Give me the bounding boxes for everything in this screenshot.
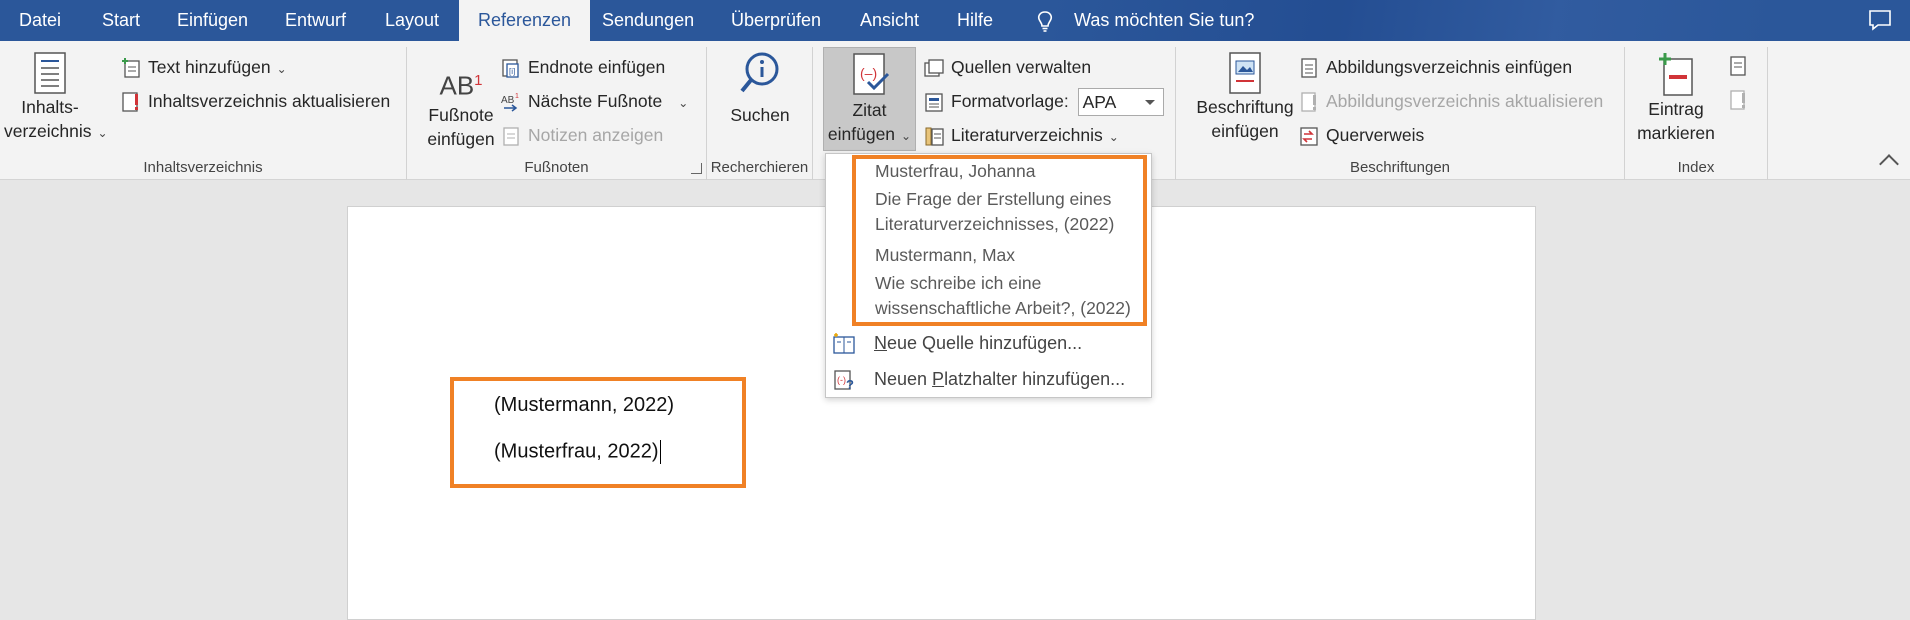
insert-index-icon[interactable] [1727, 55, 1749, 77]
footnotes-dialog-launcher[interactable] [691, 163, 702, 174]
add-text-button[interactable]: Text hinzufügen ⌄ [118, 52, 287, 82]
group-index: Eintrag markieren Index [1625, 47, 1768, 180]
insert-caption-button[interactable]: Beschriftung einfügen [1190, 47, 1300, 151]
source-title-line: Die Frage der Erstellung eines [875, 189, 1112, 209]
endnote-icon: [i] [502, 59, 519, 78]
lightbulb-icon [1037, 11, 1053, 32]
next-footnote-icon: AB 1 [501, 93, 519, 112]
add-new-source-item[interactable]: Neue Quelle hinzufügen... [826, 325, 1153, 362]
svg-text:?: ? [846, 377, 854, 391]
footnote-label-1: Fußnote [428, 105, 494, 125]
group-inhaltsverzeichnis: Inhalts- verzeichnis ⌄ Text hinzufügen ⌄ I… [0, 47, 407, 180]
mark-entry-label-2: markieren [1637, 123, 1715, 143]
tab-start[interactable]: Start [83, 0, 159, 41]
style-icon [925, 93, 943, 112]
insert-footnote-button[interactable]: AB1 Fußnote einfügen [421, 47, 501, 151]
citation-musterfrau[interactable]: (Musterfrau, 2022) [494, 440, 661, 464]
add-source-label: Neue Quelle hinzufügen... [874, 333, 1083, 353]
svg-text:1: 1 [515, 93, 519, 100]
tab-hilfe[interactable]: Hilfe [938, 0, 1012, 41]
show-notes-icon [503, 127, 519, 146]
tab-layout[interactable]: Layout [366, 0, 458, 41]
group-label-research: Recherchieren [710, 159, 809, 176]
tab-einfuegen[interactable]: Einfügen [158, 0, 267, 41]
bibliography-icon [925, 127, 944, 146]
group-fussnoten: AB1 Fußnote einfügen [i] Endnote einfüge… [407, 47, 707, 180]
table-of-contents-icon [34, 52, 66, 94]
citation-mustermann[interactable]: (Mustermann, 2022) [494, 394, 674, 417]
tab-entwurf[interactable]: Entwurf [266, 0, 365, 41]
insert-citation-button[interactable]: (–) Zitat einfügen ⌄ [823, 47, 916, 151]
update-table-of-figures-button[interactable]: Abbildungsverzeichnis aktualisieren [1296, 86, 1603, 116]
source-author: Mustermann, Max [875, 245, 1016, 265]
search-button[interactable]: Suchen [715, 47, 805, 151]
show-notes-button[interactable]: Notizen anzeigen [498, 120, 663, 150]
insert-caption-icon [1229, 52, 1261, 94]
insert-citation-dropdown: Musterfrau, Johanna Die Frage der Erstel… [825, 153, 1152, 398]
group-label-footnotes: Fußnoten [524, 159, 589, 176]
insert-endnote-button[interactable]: [i] Endnote einfügen [498, 52, 665, 82]
add-text-icon [122, 58, 140, 78]
svg-text:[i]: [i] [509, 67, 515, 76]
source-author: Musterfrau, Johanna [875, 161, 1036, 181]
manage-sources-button[interactable]: Quellen verwalten [921, 52, 1091, 82]
title-tab-bar: Datei Start Einfügen Entwurf Layout Refe… [0, 0, 1910, 41]
next-footnote-button[interactable]: AB 1 Nächste Fußnote ⌄ [498, 86, 688, 116]
update-table-of-figures-icon [1301, 92, 1316, 112]
footnote-icon: AB1 [439, 70, 483, 101]
svg-text:(–): (–) [860, 65, 877, 81]
citation-label-2: einfügen ⌄ [827, 124, 912, 144]
tab-datei[interactable]: Datei [0, 0, 80, 41]
tab-ueberpruefen[interactable]: Überprüfen [712, 0, 840, 41]
mark-entry-icon [1659, 53, 1693, 96]
group-beschriftungen: Beschriftung einfügen Abbildungsverzeich… [1176, 47, 1625, 180]
update-toc-button[interactable]: Inhaltsverzeichnis aktualisieren [118, 86, 390, 116]
group-recherchieren: Suchen Recherchieren [707, 47, 813, 180]
add-placeholder-label: Neuen Platzhalter hinzufügen... [874, 369, 1126, 389]
insert-table-of-figures-button[interactable]: Abbildungsverzeichnis einfügen [1296, 52, 1572, 82]
group-label-captions: Beschriftungen [1349, 159, 1451, 176]
toc-button[interactable]: Inhalts- verzeichnis ⌄ [4, 47, 108, 151]
svg-text:(-): (-) [837, 375, 846, 385]
source-title-line: Wie schreibe ich eine [875, 273, 1042, 293]
caption-label-1: Beschriftung [1196, 97, 1294, 117]
tab-ansicht[interactable]: Ansicht [841, 0, 938, 41]
mark-entry-label-1: Eintrag [1648, 99, 1704, 119]
group-label-index: Index [1677, 159, 1715, 176]
add-placeholder-item[interactable]: (-)? Neuen Platzhalter hinzufügen... [826, 361, 1153, 398]
cross-reference-icon [1300, 127, 1318, 146]
toc-label-2: verzeichnis ⌄ [4, 121, 108, 141]
tell-me-text: Was möchten Sie tun? [1074, 10, 1255, 30]
add-source-icon [833, 333, 855, 354]
mark-entry-button[interactable]: Eintrag markieren [1633, 47, 1719, 151]
toc-label-1: Inhalts- [21, 97, 79, 117]
search-info-icon [740, 52, 779, 93]
comment-icon[interactable] [1868, 9, 1892, 31]
group-label-toc: Inhaltsverzeichnis [143, 159, 263, 176]
style-selector[interactable]: Formatvorlage: APA [921, 86, 1164, 117]
style-combo[interactable]: APA [1077, 88, 1164, 117]
source-title-line: Literaturverzeichnisses, (2022) [875, 214, 1115, 234]
manage-sources-icon [924, 59, 944, 77]
svg-text:AB: AB [501, 95, 515, 106]
tell-me-search[interactable]: Was möchten Sie tun? [1034, 0, 1254, 41]
add-placeholder-icon: (-)? [834, 370, 854, 391]
footnote-label-2: einfügen [427, 129, 495, 149]
tab-referenzen[interactable]: Referenzen [459, 0, 591, 41]
insert-citation-icon: (–) [852, 53, 889, 95]
update-table-icon [122, 92, 138, 112]
caption-label-2: einfügen [1211, 121, 1279, 141]
collapse-ribbon-icon[interactable] [1879, 154, 1899, 174]
cross-reference-button[interactable]: Querverweis [1296, 120, 1424, 150]
table-of-figures-icon [1301, 58, 1317, 78]
source-title-line: wissenschaftliche Arbeit?, (2022) [875, 298, 1131, 318]
text-cursor [659, 440, 661, 464]
bibliography-button[interactable]: Literaturverzeichnis ⌄ [921, 120, 1119, 150]
search-label: Suchen [730, 105, 790, 125]
update-index-icon[interactable] [1727, 89, 1749, 111]
citation-label-1: Zitat [852, 100, 887, 120]
tab-sendungen[interactable]: Sendungen [583, 0, 713, 41]
